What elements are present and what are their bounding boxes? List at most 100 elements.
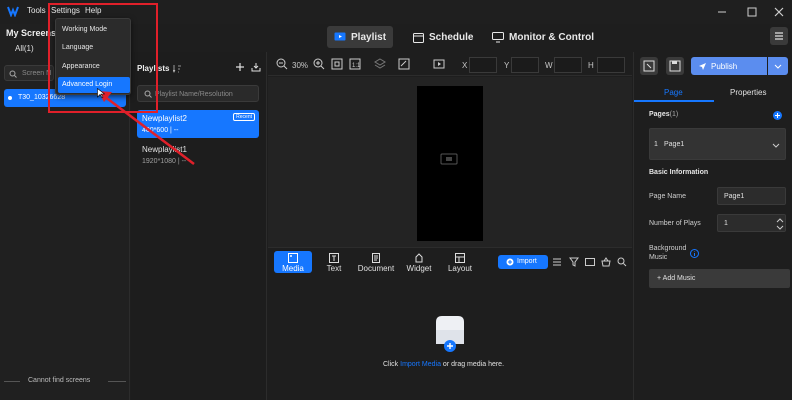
status-dot (8, 96, 12, 100)
sort-icon[interactable] (173, 64, 182, 73)
page-name-input[interactable]: Page1 (717, 187, 786, 205)
preview-icon[interactable] (640, 57, 658, 75)
calendar-icon (413, 32, 424, 43)
tab-playlist[interactable]: Playlist (327, 26, 394, 48)
tab-document-label: Document (357, 264, 395, 273)
import-button[interactable]: Import (498, 255, 548, 269)
close-icon[interactable] (771, 4, 787, 20)
x-position-input[interactable] (469, 57, 497, 73)
hint-suffix: or drag media here. (440, 361, 505, 368)
screen-placeholder-icon (440, 153, 458, 165)
page-name: Page1 (664, 141, 685, 148)
maximize-icon[interactable] (744, 4, 760, 20)
x-label: X (462, 61, 468, 70)
page-name-label: Page Name (649, 193, 686, 200)
publish-label: Publish (711, 62, 738, 71)
page-list-item[interactable]: 1 Page1 (649, 128, 786, 160)
panel-menu-icon[interactable] (770, 27, 788, 45)
chevron-down-icon[interactable] (772, 141, 780, 149)
align-icon[interactable] (398, 58, 410, 70)
filter-all[interactable]: All(1) (15, 44, 34, 53)
background-music-label: Background Music (649, 245, 687, 261)
fit-screen-icon[interactable] (331, 58, 343, 70)
tab-text-label: Text (326, 264, 342, 273)
menu-tools[interactable]: Tools (27, 6, 46, 15)
zoom-in-icon[interactable] (313, 58, 325, 70)
cannot-find-screens-link[interactable]: Cannot find screens (28, 377, 90, 384)
tab-monitor-label: Monitor & Control (509, 31, 594, 43)
number-of-plays-label: Number of Plays (649, 220, 701, 227)
pages-header: Pages(1) (649, 111, 678, 118)
screen-search-input[interactable]: Screen N (4, 65, 54, 81)
publish-button[interactable]: Publish (691, 57, 767, 75)
text-icon (329, 253, 339, 263)
empty-media-illustration (430, 312, 470, 352)
tab-schedule-label: Schedule (429, 31, 474, 43)
layout-icon (455, 253, 465, 263)
pages-label: Pages (649, 111, 670, 118)
widget-icon (415, 253, 423, 263)
publish-options-dropdown[interactable] (768, 57, 788, 75)
chevron-down-icon (774, 64, 782, 69)
height-input[interactable] (597, 57, 625, 73)
info-icon[interactable] (690, 249, 699, 258)
send-icon (699, 63, 706, 70)
tab-page[interactable]: Page (664, 88, 683, 97)
width-input[interactable] (554, 57, 582, 73)
minimize-icon[interactable] (714, 4, 730, 20)
tab-page-underline (634, 100, 714, 102)
screen-search-placeholder: Screen N (22, 70, 52, 77)
footer-divider-left (4, 381, 20, 382)
zoom-out-icon[interactable] (276, 58, 288, 70)
annotation-arrow-icon (98, 91, 195, 165)
play-preview-icon[interactable] (433, 58, 445, 70)
tab-layout[interactable]: Layout (444, 251, 476, 273)
document-icon (372, 253, 380, 263)
recent-badge: Recent (233, 113, 255, 121)
filter-icon[interactable] (569, 257, 579, 267)
tab-document[interactable]: Document (356, 251, 396, 273)
page-preview-canvas[interactable] (417, 86, 483, 241)
properties-panel: Publish Page Properties Pages(1) 1 Page1… (633, 52, 792, 400)
page-name-input-value: Page1 (724, 193, 745, 200)
h-label: H (588, 61, 594, 70)
stepper-arrows-icon[interactable] (776, 217, 784, 231)
mouse-cursor-icon (97, 88, 105, 98)
tab-schedule[interactable]: Schedule (406, 26, 480, 48)
actual-size-icon[interactable]: 1:1 (349, 58, 361, 70)
import-label: Import (517, 258, 537, 265)
tab-widget[interactable]: Widget (402, 251, 436, 273)
basic-info-heading: Basic Information (649, 169, 709, 176)
tab-text[interactable]: Text (318, 251, 350, 273)
image-icon (288, 253, 298, 263)
import-media-link[interactable]: Import Media (400, 361, 441, 368)
search-icon (9, 70, 17, 78)
monitor-icon (492, 31, 504, 42)
tab-media[interactable]: Media (274, 251, 312, 273)
add-music-button[interactable]: + Add Music (649, 269, 790, 288)
import-playlist-icon[interactable] (251, 62, 261, 72)
zoom-level: 30% (292, 61, 309, 70)
y-position-input[interactable] (511, 57, 539, 73)
tab-properties[interactable]: Properties (730, 88, 766, 97)
y-label: Y (504, 61, 510, 70)
search-media-icon[interactable] (617, 257, 627, 267)
add-playlist-icon[interactable] (235, 62, 245, 72)
hint-prefix: Click (383, 361, 401, 368)
svg-text:1:1: 1:1 (352, 63, 361, 69)
layers-icon[interactable] (374, 58, 386, 70)
list-view-icon[interactable] (552, 257, 562, 267)
plays-value: 1 (724, 220, 728, 227)
save-icon[interactable] (666, 57, 684, 75)
add-circle-icon (506, 258, 514, 266)
basket-icon[interactable] (601, 257, 611, 267)
empty-media-hint: Click Import Media or drag media here. (383, 361, 504, 368)
playlist-icon (334, 32, 346, 41)
pages-count: (1) (669, 111, 679, 118)
add-page-icon[interactable] (773, 111, 782, 120)
tab-monitor-control[interactable]: Monitor & Control (485, 26, 601, 48)
thumbnail-view-icon[interactable] (585, 257, 595, 267)
app-logo-icon (7, 5, 19, 17)
number-of-plays-stepper[interactable]: 1 (717, 214, 786, 232)
tab-layout-label: Layout (447, 264, 473, 273)
